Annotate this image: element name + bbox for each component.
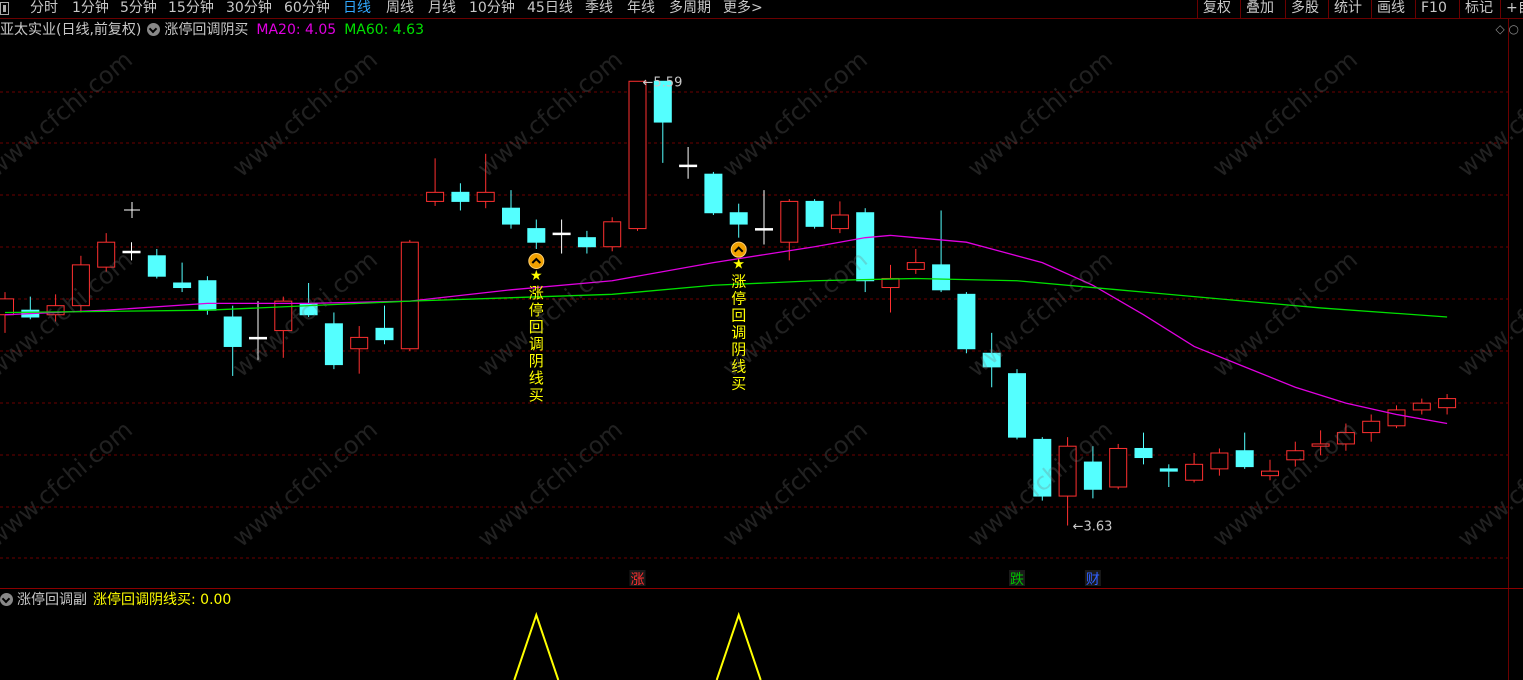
candle-body-6 (147, 255, 166, 277)
candle-body-28 (704, 173, 723, 214)
candle-body-14 (350, 336, 369, 350)
candle-body-18 (451, 191, 470, 202)
signal-star-icon-0: ★ (530, 268, 543, 284)
candle-body-40 (1008, 373, 1026, 438)
candle-body-57 (1438, 398, 1457, 409)
candle-body-41 (1033, 438, 1052, 497)
candle-body-38 (957, 293, 976, 350)
signal-label-0-char-0: 涨 (529, 284, 544, 302)
signal-label-0-char-1: 停 (529, 301, 544, 319)
signal-label-0-char-2: 回 (529, 318, 544, 336)
signal-up-icon-0 (528, 253, 545, 269)
candle-body-52 (1311, 443, 1330, 447)
candle-body-33 (830, 214, 849, 230)
candle-body-53 (1336, 432, 1355, 445)
candle-body-32 (805, 200, 824, 227)
candle-body-3 (71, 264, 90, 307)
signal-label-1-char-0: 涨 (731, 273, 746, 291)
candle-body-56 (1412, 402, 1431, 411)
candle-body-46 (1159, 468, 1178, 472)
candlestick-chart[interactable]: ←5.59←3.63★涨停回调阴线买★涨停回调阴线买涨跌财 (0, 0, 1523, 680)
signal-label-1-char-6: 买 (731, 375, 746, 393)
candle-body-16 (400, 241, 419, 350)
candle-body-31 (780, 200, 799, 243)
candle-body-10 (249, 336, 267, 340)
chevron-down-icon[interactable] (0, 593, 13, 606)
candle-body-20 (502, 207, 520, 225)
sub-indicator-value: 涨停回调阴线买: 0.00 (93, 592, 232, 608)
candle-body-50 (1261, 470, 1279, 477)
ma20-line (4, 234, 1448, 425)
candle-body-5 (122, 250, 141, 254)
candle-body-25 (628, 80, 647, 230)
candle-body-43 (1083, 461, 1102, 490)
price-annotation-low: ←3.63 (1073, 520, 1113, 535)
candle-body-8 (198, 280, 217, 311)
candle-body-54 (1362, 420, 1381, 434)
candle-body-7 (173, 282, 192, 289)
signal-label-1-char-2: 回 (731, 307, 746, 325)
signal-label-0-char-3: 调 (529, 335, 544, 353)
candle-body-15 (375, 327, 394, 341)
candle-body-37 (932, 264, 951, 291)
candle-body-29 (729, 212, 748, 225)
candle-body-49 (1235, 450, 1254, 468)
panel-divider (0, 588, 1523, 589)
candle-body-27 (679, 164, 698, 168)
candle-body-51 (1286, 450, 1305, 461)
event-marker-0: 涨 (631, 572, 645, 588)
signal-label-0-char-6: 买 (529, 386, 544, 404)
signal-star-icon-1: ★ (732, 257, 745, 273)
candle-body-45 (1134, 447, 1153, 459)
candle-body-48 (1210, 452, 1229, 470)
candle-body-22 (552, 232, 571, 236)
ma60-line (4, 277, 1448, 318)
sub-indicator-name[interactable]: 涨停回调副 (17, 592, 87, 608)
candle-body-17 (426, 191, 445, 202)
signal-up-icon-1 (730, 241, 747, 258)
price-annotation-high: ←5.59 (643, 75, 683, 90)
candle-body-36 (906, 262, 925, 270)
signal-label-1-char-3: 调 (731, 324, 746, 342)
candle-body-39 (982, 352, 1001, 368)
sub-panel-header: 涨停回调副 涨停回调阴线买: 0.00 (0, 590, 231, 610)
signal-label-1-char-1: 停 (731, 290, 746, 308)
candle-body-9 (223, 316, 242, 347)
candle-body-47 (1185, 463, 1204, 481)
signal-label-1-char-5: 线 (731, 358, 746, 376)
sub-signal-peak-1 (715, 611, 762, 680)
candle-body-24 (603, 221, 622, 248)
candle-body-23 (577, 237, 596, 248)
event-marker-2: 财 (1086, 572, 1100, 588)
candle-body-55 (1387, 409, 1406, 427)
candle-body-42 (1058, 445, 1077, 497)
candle-body-44 (1109, 447, 1128, 488)
candle-body-21 (527, 228, 546, 243)
signal-label-1-char-4: 阴 (731, 341, 746, 359)
candle-body-34 (856, 212, 875, 282)
candle-body-4 (97, 241, 116, 268)
signal-label-0-char-4: 阴 (529, 352, 544, 370)
candle-body-11 (274, 300, 293, 332)
candle-body-13 (324, 323, 343, 366)
candle-body-30 (755, 228, 773, 231)
candle-body-35 (881, 277, 900, 289)
sub-signal-peak-0 (513, 611, 560, 680)
signal-label-0-char-5: 线 (529, 369, 544, 387)
candle-body-19 (476, 191, 495, 202)
event-marker-1: 跌 (1010, 572, 1024, 588)
